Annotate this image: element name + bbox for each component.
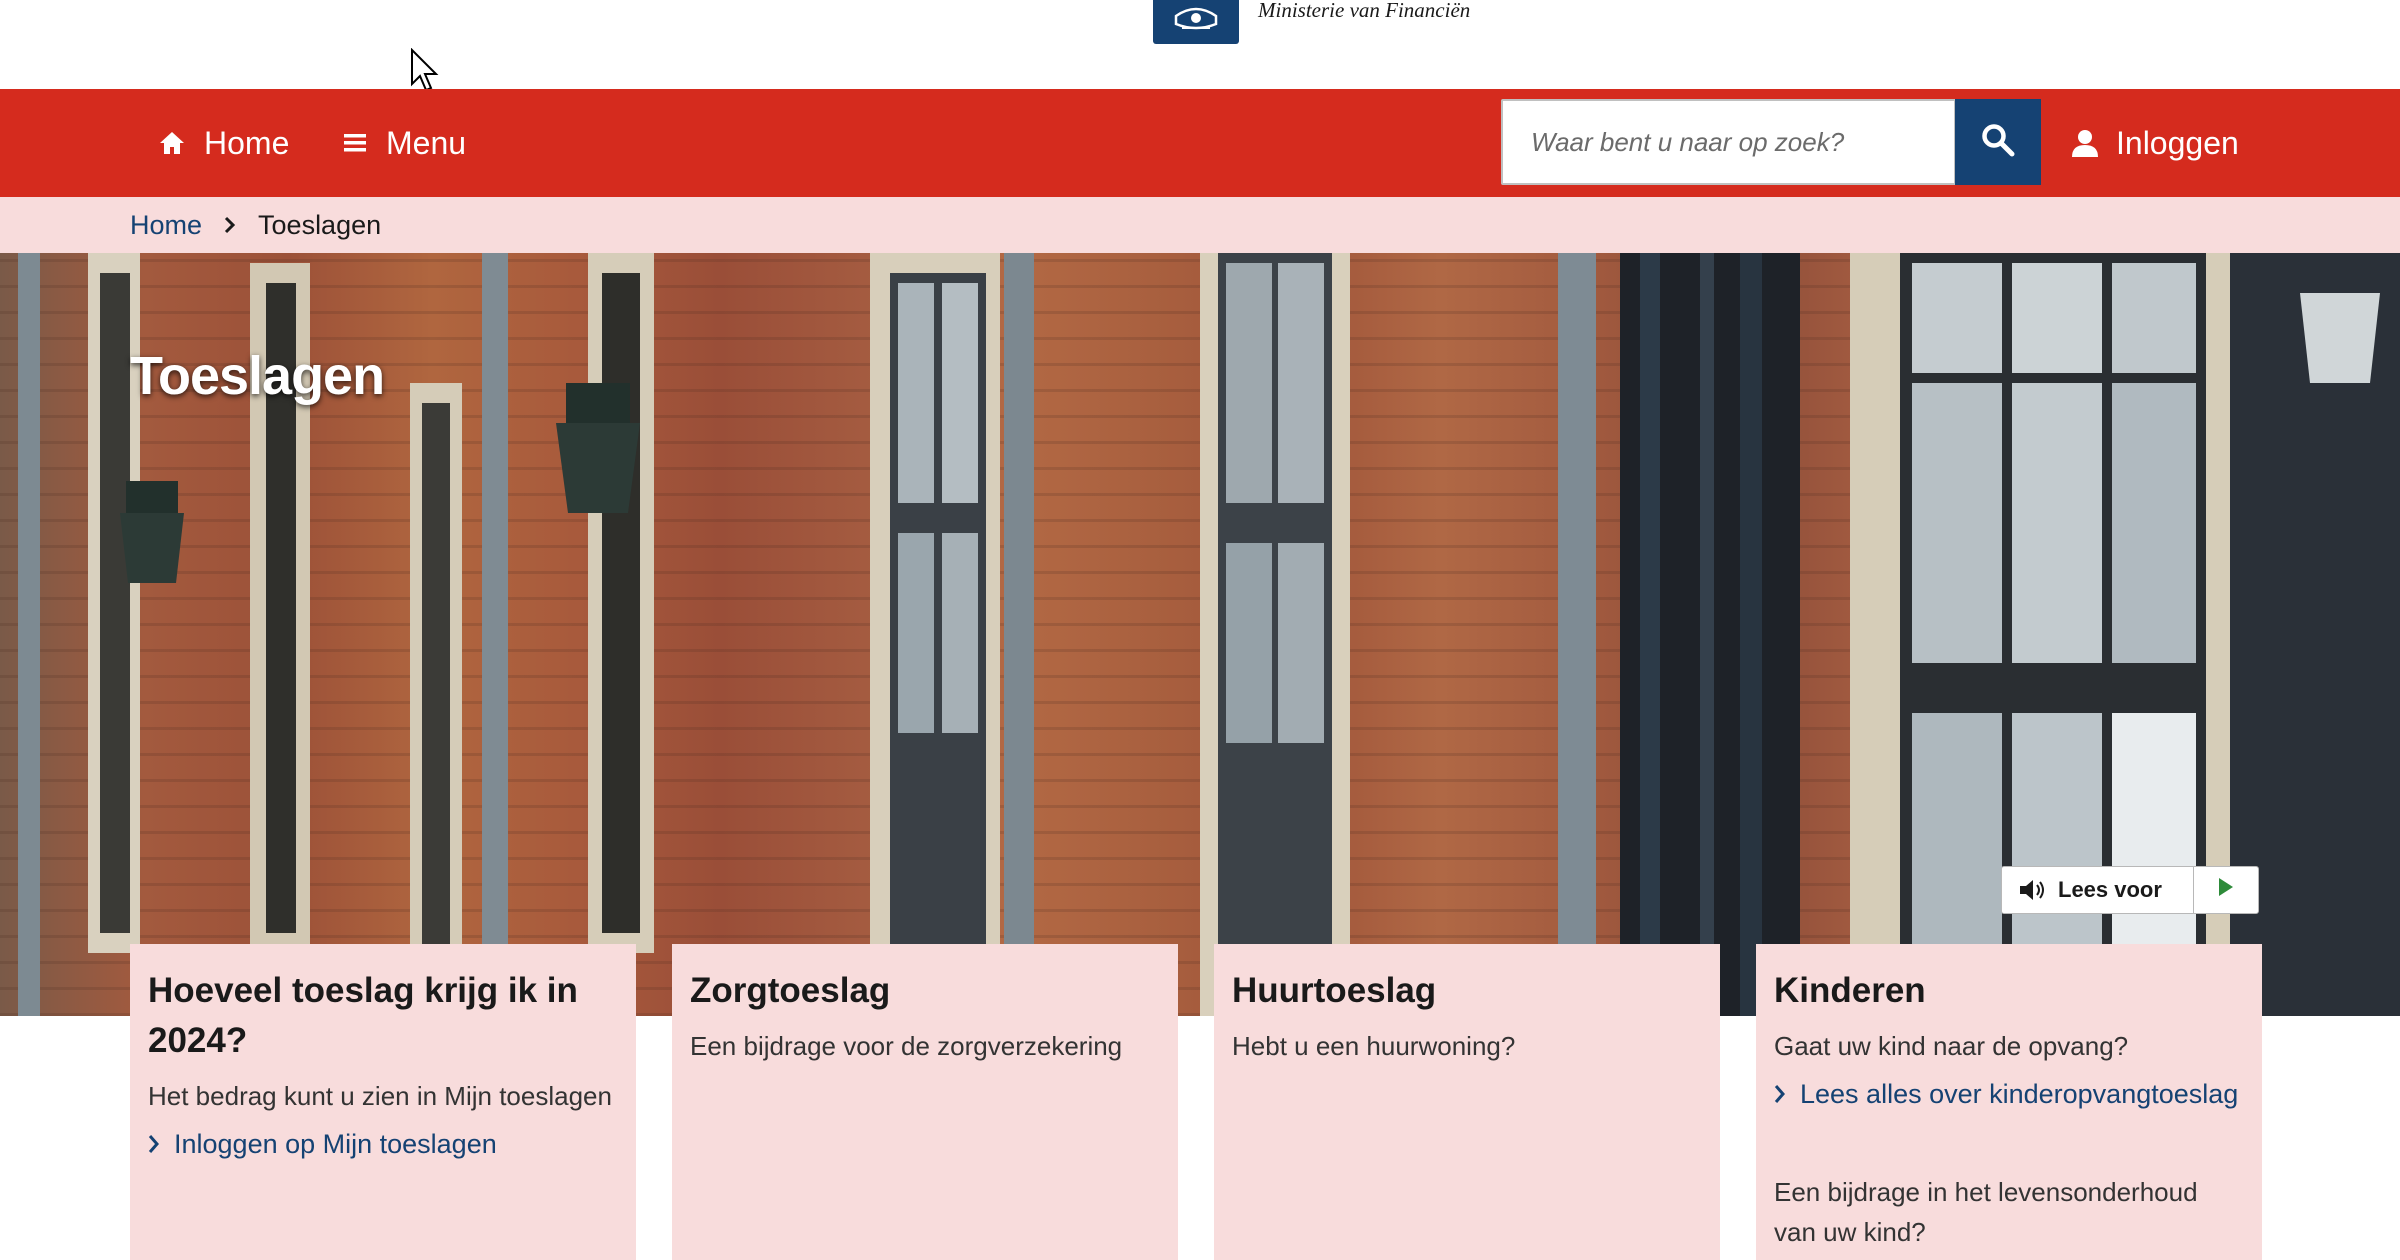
play-icon xyxy=(2217,876,2235,904)
card-text-secondary: Een bijdrage in het levensonderhoud van … xyxy=(1774,1177,2198,1247)
read-aloud-button[interactable]: Lees voor xyxy=(2002,867,2194,913)
card-title: Huurtoeslag xyxy=(1232,971,1437,1010)
user-icon xyxy=(2072,129,2098,157)
card-text: Het bedrag kunt u zien in Mijn toeslagen xyxy=(148,1081,612,1111)
nav-menu-button[interactable]: Menu xyxy=(344,89,466,197)
card-zorgtoeslag[interactable]: Zorgtoeslag Een bijdrage voor de zorgver… xyxy=(672,944,1178,1260)
search-button[interactable] xyxy=(1955,99,2041,185)
chevron-right-icon xyxy=(148,1134,160,1154)
breadcrumb-home-link[interactable]: Home xyxy=(130,210,202,241)
search-placeholder: Waar bent u naar op zoek? xyxy=(1531,126,1845,157)
login-label: Inloggen xyxy=(2116,124,2239,161)
card-title: Hoeveel toeslag krijg ik in 2024? xyxy=(148,971,578,1060)
card-title: Kinderen xyxy=(1774,971,1926,1010)
nav-home-link[interactable]: Home xyxy=(158,89,289,197)
card-title: Zorgtoeslag xyxy=(690,971,891,1010)
logo-text: Ministerie van Financiën xyxy=(1258,0,1471,22)
nav-home-label: Home xyxy=(204,124,290,161)
search-input[interactable]: Waar bent u naar op zoek? xyxy=(1501,99,1956,185)
chevron-right-icon xyxy=(1774,1084,1786,1104)
read-aloud-widget[interactable]: Lees voor xyxy=(2001,866,2259,914)
card-kinderen[interactable]: Kinderen Gaat uw kind naar de opvang? Le… xyxy=(1756,944,2262,1260)
read-aloud-label: Lees voor xyxy=(2058,877,2162,902)
card-text: Gaat uw kind naar de opvang? xyxy=(1774,1031,2129,1061)
card-huurtoeslag[interactable]: Huurtoeslag Hebt u een huurwoning? xyxy=(1214,944,1720,1260)
card-link-label: Lees alles over kinderopvangtoeslag xyxy=(1800,1079,2239,1109)
hero-image: Toeslagen Lees voor xyxy=(0,253,2400,1016)
card-text: Een bijdrage voor de zorgverzekering xyxy=(690,1031,1123,1061)
home-icon xyxy=(158,130,186,156)
breadcrumb-current: Toeslagen xyxy=(258,209,382,240)
card-link[interactable]: Inloggen op Mijn toeslagen xyxy=(148,1124,618,1164)
card-text: Hebt u een huurwoning? xyxy=(1232,1031,1516,1061)
breadcrumb: Home Toeslagen xyxy=(0,197,2400,253)
speaker-icon xyxy=(2018,878,2048,902)
top-logo-bar: Ministerie van Financiën xyxy=(0,0,2400,88)
card-toeslag-2024[interactable]: Hoeveel toeslag krijg ik in 2024? Het be… xyxy=(130,944,636,1260)
hamburger-icon xyxy=(344,132,368,154)
search-icon xyxy=(1981,123,2015,162)
nav-menu-label: Menu xyxy=(386,124,467,161)
rijksoverheid-logo[interactable] xyxy=(1153,0,1239,44)
main-navigation: Home Menu Waar bent u naar op zoek? Inlo… xyxy=(0,89,2400,197)
card-link[interactable]: Lees alles over kinderopvangtoeslag xyxy=(1774,1074,2244,1114)
play-button[interactable] xyxy=(2194,867,2258,913)
login-link[interactable]: Inloggen xyxy=(2072,89,2239,197)
mouse-cursor-icon xyxy=(411,48,439,92)
card-link-label: Inloggen op Mijn toeslagen xyxy=(174,1129,497,1159)
chevron-right-icon xyxy=(224,210,236,241)
page-title: Toeslagen xyxy=(130,346,385,406)
